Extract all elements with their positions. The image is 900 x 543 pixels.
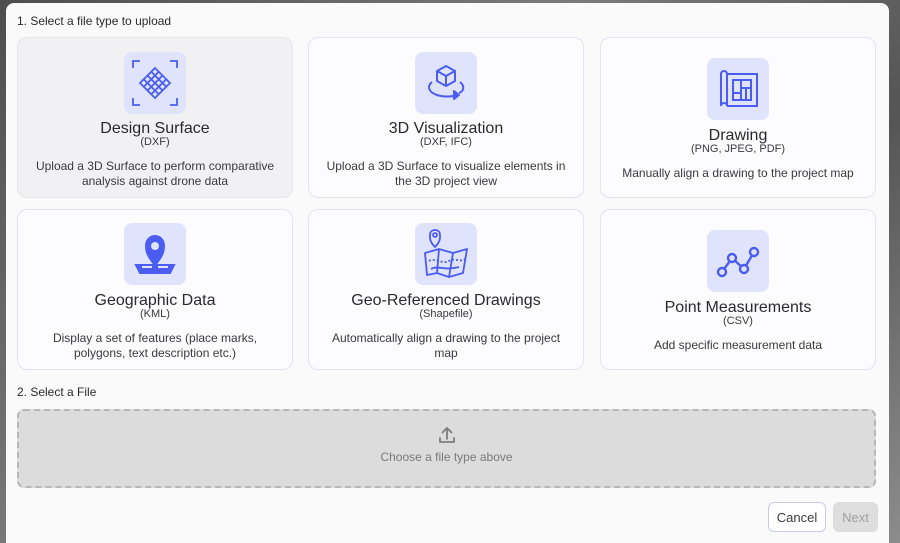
blueprint-icon: [707, 58, 769, 120]
cube-rotate-icon: [415, 52, 477, 114]
card-description: Upload a 3D Surface to perform comparati…: [35, 159, 275, 188]
card-subtitle: (KML): [140, 308, 170, 320]
folded-map-icon: [415, 223, 477, 285]
line-chart-icon: [707, 230, 769, 292]
surface-mesh-icon: [124, 52, 186, 114]
card-subtitle: (DXF, IFC): [420, 136, 472, 148]
card-point-measurements[interactable]: Point Measurements (CSV) Add specific me…: [600, 209, 876, 370]
card-subtitle: (Shapefile): [419, 308, 473, 320]
card-geographic-data[interactable]: Geographic Data (KML) Display a set of f…: [17, 209, 293, 370]
dropzone-hint: Choose a file type above: [380, 450, 513, 464]
card-description: Display a set of features (place marks, …: [52, 331, 258, 360]
file-dropzone[interactable]: Choose a file type above: [17, 409, 876, 488]
cancel-button[interactable]: Cancel: [768, 502, 826, 532]
card-description: Automatically align a drawing to the pro…: [331, 331, 561, 360]
card-3d-visualization[interactable]: 3D Visualization (DXF, IFC) Upload a 3D …: [308, 37, 584, 198]
card-subtitle: (CSV): [723, 315, 753, 327]
card-subtitle: (PNG, JPEG, PDF): [690, 143, 786, 155]
upload-dialog: 1. Select a file type to upload Design S…: [6, 3, 889, 543]
card-geo-referenced-drawings[interactable]: Geo-Referenced Drawings (Shapefile) Auto…: [308, 209, 584, 370]
upload-icon: [437, 425, 457, 450]
map-pin-icon: [124, 223, 186, 285]
step1-title: 1. Select a file type to upload: [17, 14, 172, 28]
step2-title: 2. Select a File: [17, 385, 97, 399]
card-subtitle: (DXF): [140, 136, 170, 148]
card-description: Manually align a drawing to the project …: [622, 166, 854, 180]
next-button[interactable]: Next: [833, 502, 878, 532]
card-design-surface[interactable]: Design Surface (DXF) Upload a 3D Surface…: [17, 37, 293, 198]
card-drawing[interactable]: Drawing (PNG, JPEG, PDF) Manually align …: [600, 37, 876, 198]
card-description: Upload a 3D Surface to visualize element…: [326, 159, 566, 188]
card-description: Add specific measurement data: [653, 338, 823, 352]
